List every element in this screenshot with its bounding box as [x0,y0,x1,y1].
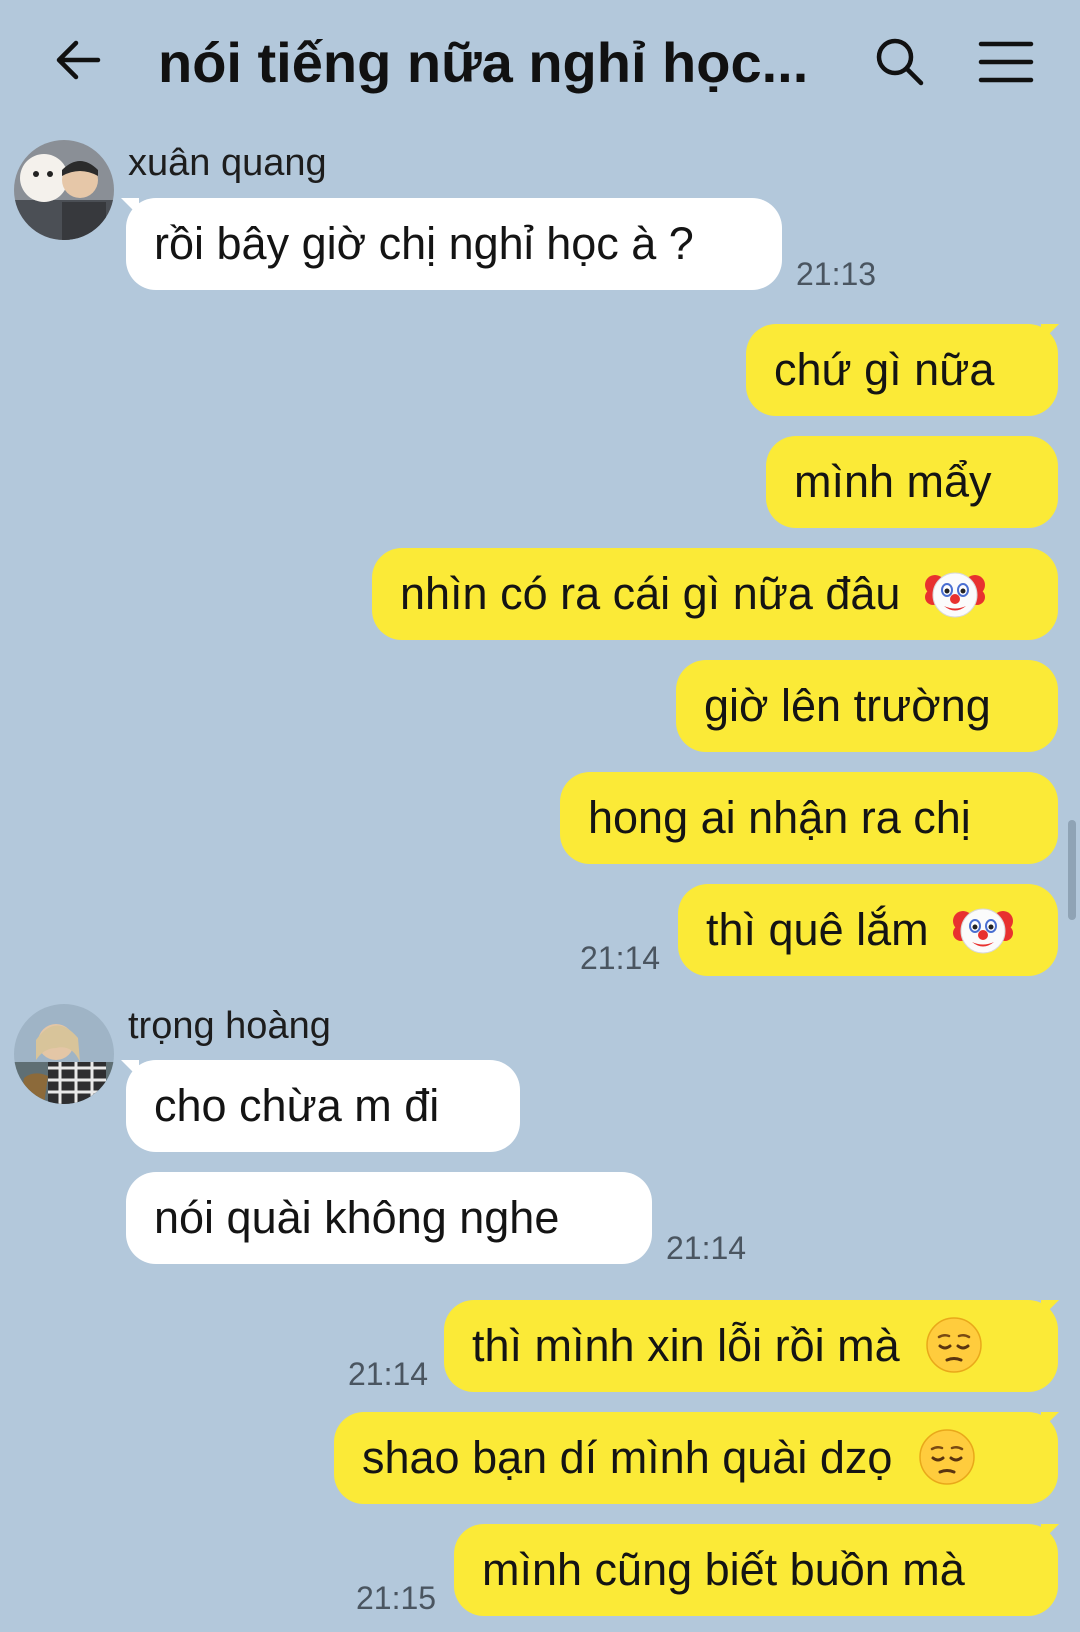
message-text: chứ gì nữa [774,344,995,395]
message-text: rồi bây giờ chị nghỉ học à ? [154,218,694,269]
message-bubble[interactable]: chứ gì nữa [746,324,1058,416]
scrollbar[interactable] [1068,820,1076,920]
message-time: 21:13 [796,256,877,292]
message-bubble[interactable]: giờ lên trường [676,660,1058,752]
back-button[interactable] [48,30,108,90]
arrow-left-icon [56,40,101,80]
message-text: shao bạn dí mình quài dzọ [362,1432,893,1483]
clown-face-icon [953,899,1013,959]
message-bubble[interactable]: thì mình xin lỗi rồi mà [444,1300,1058,1392]
message-text: thì mình xin lỗi rồi mà [472,1320,900,1371]
message-bubble[interactable]: cho chừa m đi [126,1060,520,1152]
clown-face-icon [925,563,985,623]
message-text: thì quê lắm [706,904,929,955]
message-text: cho chừa m đi [154,1080,440,1131]
message-bubble[interactable]: nhìn có ra cái gì nữa đâu [372,548,1058,640]
message-time: 21:14 [580,940,661,976]
hamburger-menu-icon [978,41,1034,83]
message-bubble[interactable]: rồi bây giờ chị nghỉ học à ? [126,198,782,290]
message-bubble[interactable]: hong ai nhận ra chị [560,772,1058,864]
conversation-title[interactable]: nói tiếng nữa nghỉ học... [158,28,818,98]
message-time: 21:15 [356,1580,437,1616]
search-icon [876,38,924,86]
message-bubble[interactable]: shao bạn dí mình quài dzọ [334,1412,1058,1504]
menu-button[interactable] [976,34,1036,90]
message-time: 21:14 [666,1230,747,1266]
message-text: mình mẩy [794,456,992,507]
message-text: mình cũng biết buồn mà [482,1544,965,1595]
message-bubble[interactable]: mình cũng biết buồn mà [454,1524,1058,1616]
avatar[interactable] [14,1004,114,1104]
message-bubble[interactable]: nói quài không nghe [126,1172,652,1264]
message-text: hong ai nhận ra chị [588,792,971,843]
search-button[interactable] [872,34,928,90]
pensive-face-icon [924,1315,984,1375]
message-time: 21:14 [348,1356,429,1392]
message-text: nhìn có ra cái gì nữa đâu [400,568,901,619]
message-bubble[interactable]: mình mẩy [766,436,1058,528]
message-text: nói quài không nghe [154,1192,560,1243]
message-bubble[interactable]: thì quê lắm [678,884,1058,976]
message-text: giờ lên trường [704,680,991,731]
chat-header: nói tiếng nữa nghỉ học... [0,0,1080,125]
pensive-face-icon [917,1427,977,1487]
sender-name: trọng hoàng [128,1005,331,1047]
avatar[interactable] [14,140,114,240]
sender-name: xuân quang [128,142,327,184]
